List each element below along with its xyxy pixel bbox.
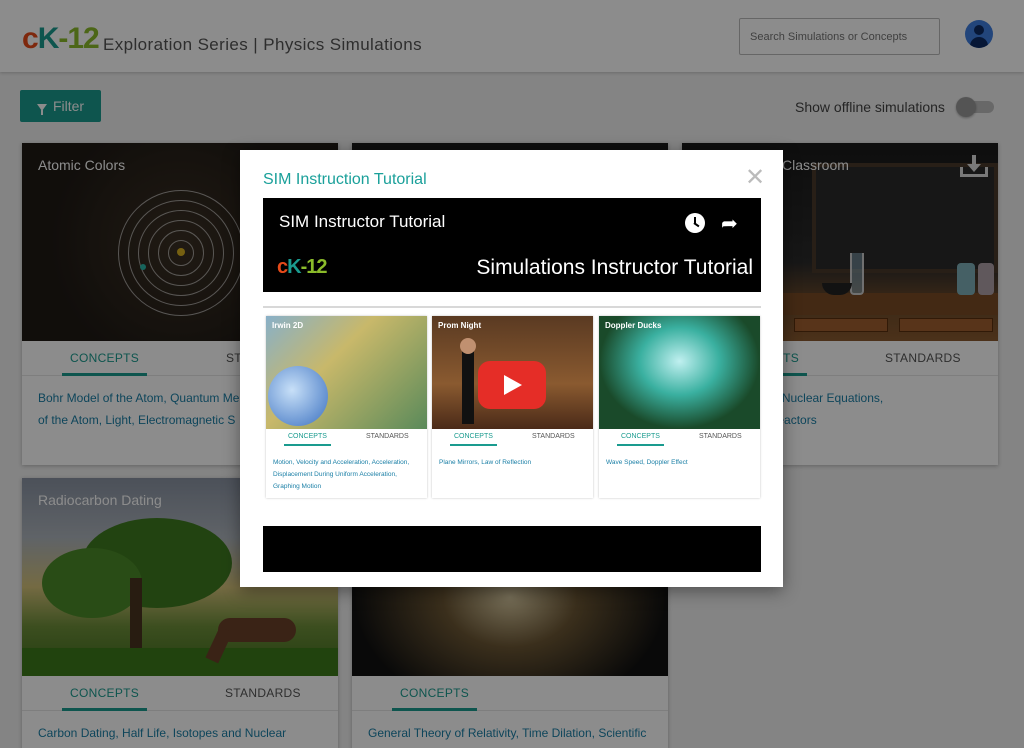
close-icon[interactable]: ✕ (745, 166, 765, 190)
modal-title: SIM Instruction Tutorial (263, 171, 427, 188)
video-title[interactable]: SIM Instructor Tutorial (279, 212, 445, 232)
video-header: SIM Instructor Tutorial ➦ cK-12 Simulati… (263, 198, 761, 292)
video-logo: cK-12 (277, 256, 327, 278)
video-subtitle: Simulations Instructor Tutorial (476, 256, 753, 279)
play-icon[interactable] (478, 361, 546, 409)
video-controls-bar[interactable] (263, 526, 761, 572)
video-sim-card: Irwin 2D CONCEPTS STANDARDS Motion, Veloc… (266, 316, 427, 498)
tutorial-modal: SIM Instruction Tutorial ✕ SIM Instructo… (240, 150, 783, 587)
video-player[interactable]: SIM Instructor Tutorial ➦ cK-12 Simulati… (263, 198, 761, 572)
video-frame: Irwin 2D CONCEPTS STANDARDS Motion, Veloc… (263, 292, 761, 526)
share-icon[interactable]: ➦ (721, 211, 738, 236)
video-sim-card: Doppler Ducks CONCEPTS STANDARDS Wave Spe… (599, 316, 760, 498)
watch-later-icon[interactable] (685, 213, 705, 233)
